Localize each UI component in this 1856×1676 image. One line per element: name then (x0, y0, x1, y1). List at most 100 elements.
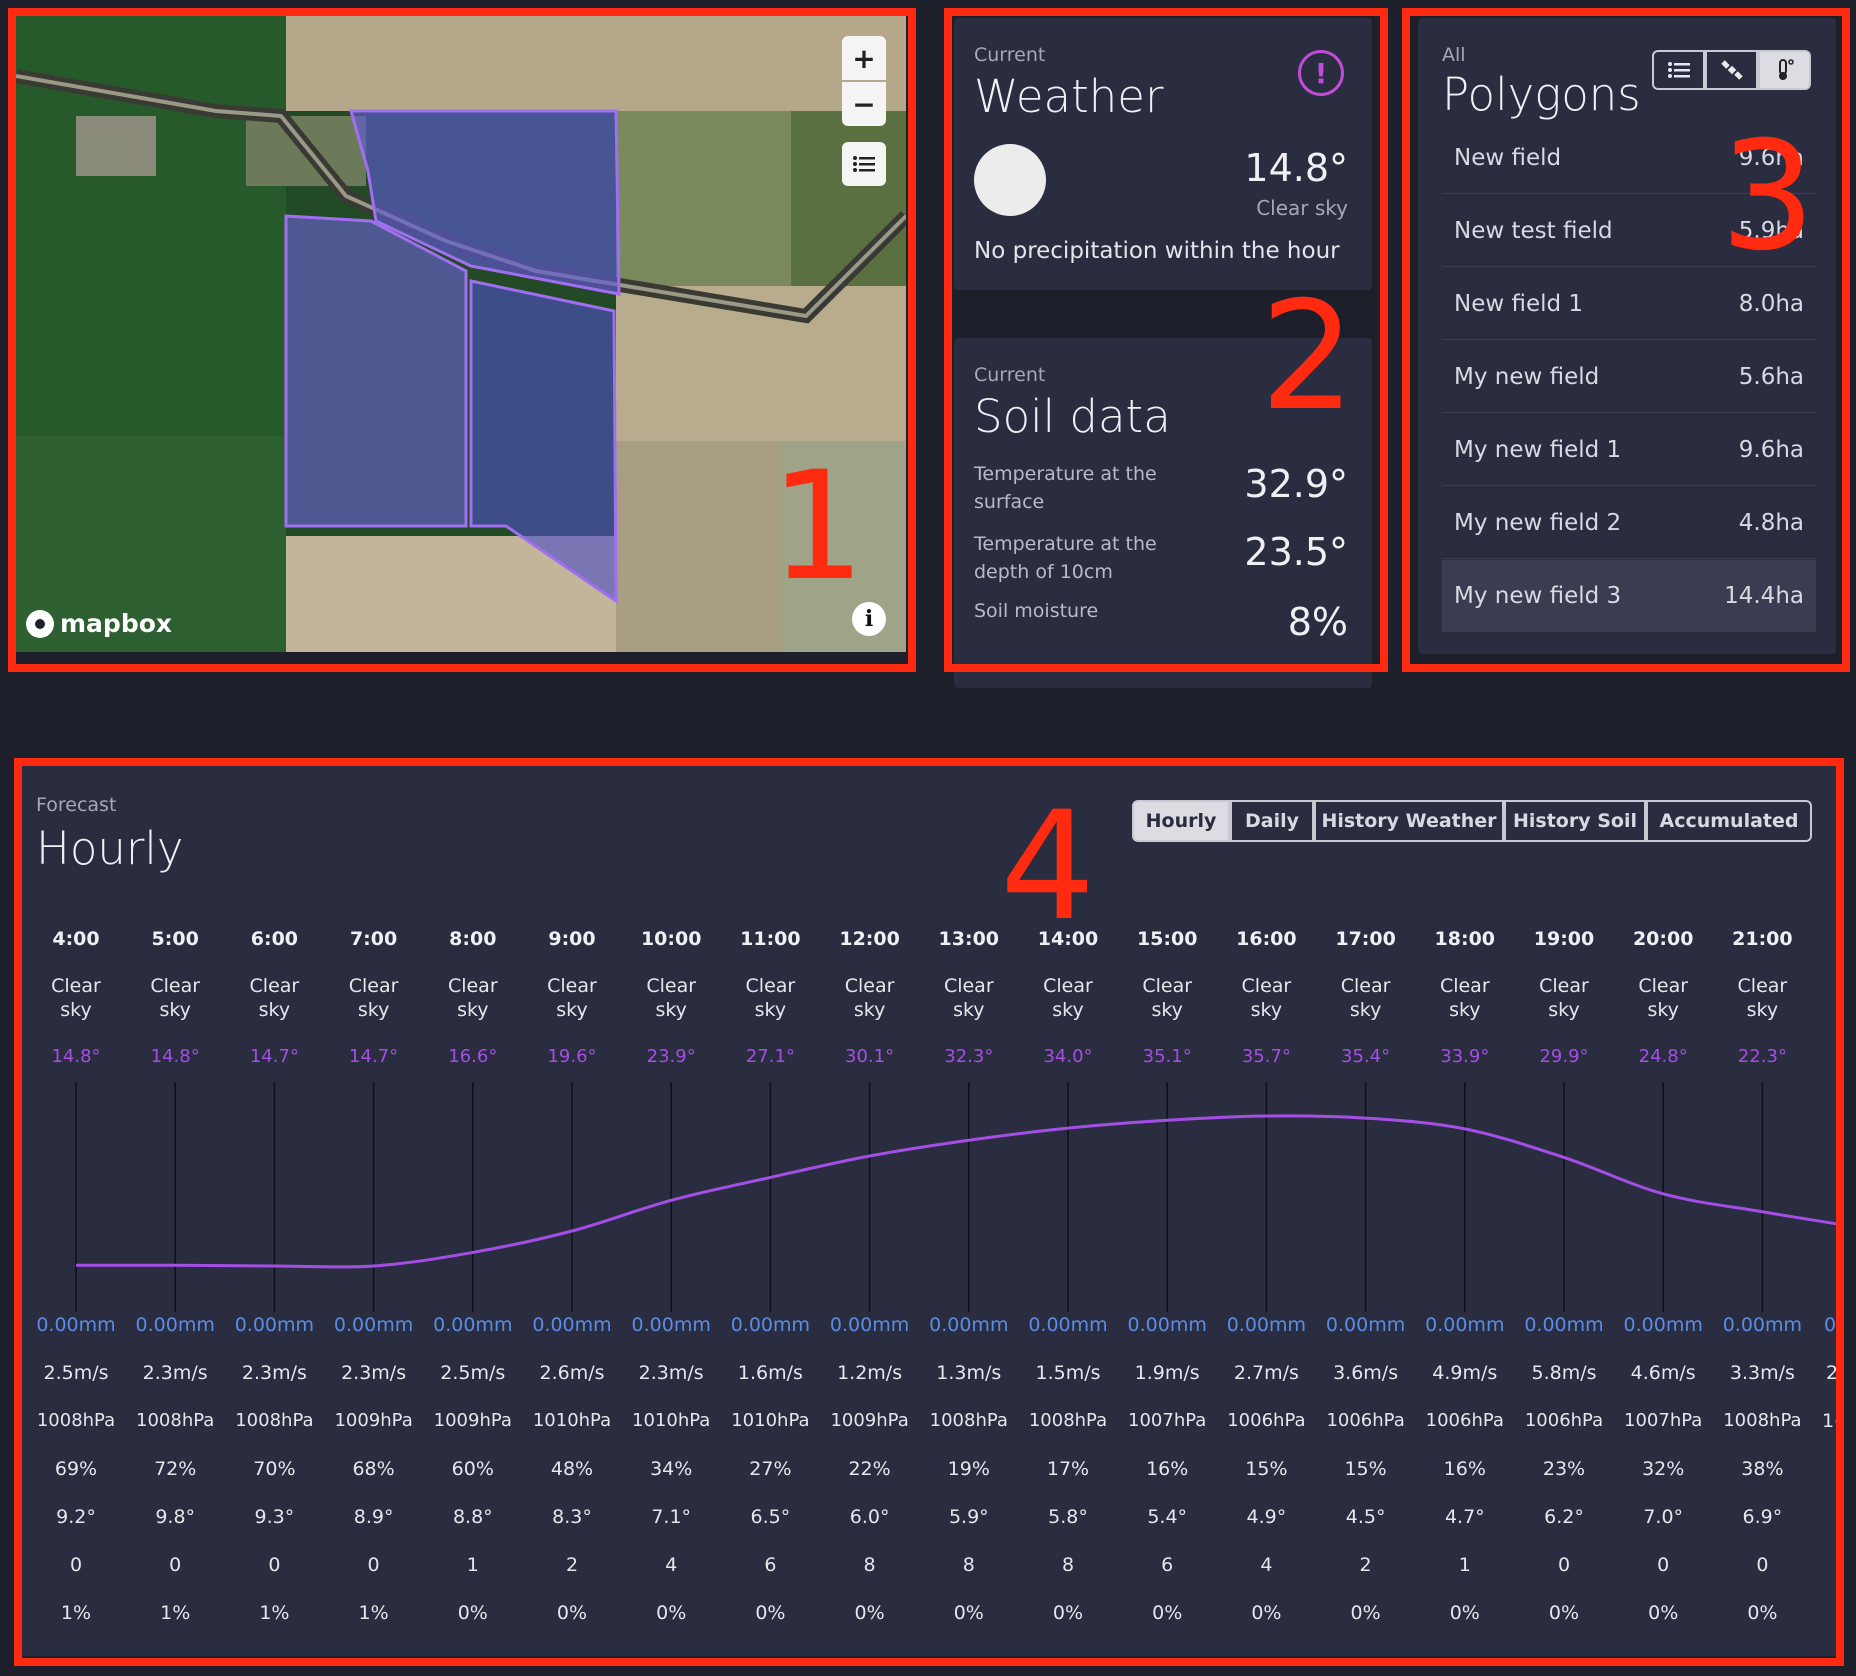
satellite-view-button[interactable] (1705, 50, 1758, 90)
annotation-label-2: 2 (1260, 270, 1356, 444)
forecast-hour: 8:00 (449, 928, 497, 950)
precipitation-note: No precipitation within the hour (974, 238, 1340, 264)
polygon-area: 9.6ha (1738, 436, 1804, 463)
forecast-dew-point: 5.4° (1147, 1506, 1188, 1528)
tab-hourly[interactable]: Hourly (1132, 800, 1230, 842)
forecast-dew-point: 4.5° (1345, 1506, 1386, 1528)
forecast-wind: 1.6m/s (737, 1362, 803, 1384)
forecast-condition: Clear sky (1614, 974, 1713, 1022)
forecast-wind: 2.3m/s (142, 1362, 208, 1384)
condition-line: sky (853, 999, 886, 1021)
forecast-humidity: 38% (1741, 1458, 1784, 1480)
partial-wind: 2 (1826, 1362, 1839, 1384)
forecast-temp: 35.4° (1341, 1046, 1391, 1067)
forecast-humidity: 16% (1146, 1458, 1189, 1480)
soil-kicker: Current (974, 364, 1046, 386)
tab-history-soil[interactable]: History Soil (1504, 800, 1646, 842)
polygon-list-item[interactable]: My new field 3 14.4ha (1442, 560, 1816, 632)
soil-moisture-label: Soil moisture (974, 600, 1099, 622)
forecast-uvi: 2 (1359, 1554, 1372, 1576)
condition-line: Clear (150, 975, 201, 997)
forecast-uvi: 2 (565, 1554, 579, 1576)
forecast-humidity: 48% (550, 1458, 594, 1480)
forecast-condition: Clear sky (1713, 974, 1812, 1022)
forecast-humidity: 22% (848, 1458, 891, 1480)
condition-line: sky (60, 999, 92, 1021)
forecast-uvi: 1 (466, 1554, 479, 1576)
forecast-condition: Clear sky (721, 974, 820, 1022)
forecast-wind: 2.3m/s (341, 1362, 407, 1384)
forecast-temp: 34.0° (1043, 1046, 1093, 1067)
forecast-dew-point: 7.0° (1643, 1506, 1684, 1528)
forecast-clouds: 0% (656, 1602, 687, 1624)
forecast-uvi: 8 (863, 1554, 876, 1576)
forecast-pressure: 1006hPa (1425, 1410, 1504, 1431)
zoom-out-button[interactable]: − (842, 82, 886, 126)
forecast-humidity: 70% (253, 1458, 296, 1480)
soil-moisture-value: 8% (1287, 600, 1348, 644)
temperature-view-button[interactable] (1758, 50, 1811, 90)
forecast-uvi: 6 (1161, 1554, 1174, 1576)
condition-line: sky (556, 999, 588, 1021)
forecast-humidity: 16% (1443, 1458, 1486, 1480)
forecast-hour: 16:00 (1236, 928, 1297, 950)
forecast-hour: 7:00 (349, 928, 398, 950)
zoom-in-button[interactable]: + (842, 36, 886, 80)
forecast-condition: Clear sky (1515, 974, 1614, 1022)
polygon-list-item[interactable]: My new field 2 4.8ha (1442, 487, 1816, 559)
forecast-dew-point: 4.7° (1444, 1506, 1485, 1528)
forecast-pressure: 1008hPa (136, 1410, 215, 1431)
forecast-uvi: 4 (665, 1554, 678, 1576)
forecast-humidity: 34% (650, 1458, 693, 1480)
condition-line: Clear (745, 975, 796, 997)
tab-history-weather[interactable]: History Weather (1314, 800, 1504, 842)
forecast-temp: 22.3° (1737, 1046, 1787, 1067)
condition-line: Clear (1737, 975, 1788, 997)
forecast-humidity: 17% (1046, 1458, 1090, 1480)
forecast-uvi: 8 (962, 1554, 975, 1576)
list-view-button[interactable] (1652, 50, 1705, 90)
partial-pressure: 1( (1822, 1410, 1842, 1432)
forecast-uvi: 0 (367, 1554, 380, 1576)
condition-line: sky (258, 999, 291, 1021)
forecast-dew-point: 8.9° (353, 1506, 394, 1528)
polygon-list-item[interactable]: My new field 5.6ha (1442, 341, 1816, 413)
annotation-label-3: 3 (1720, 110, 1816, 284)
mapbox-logo[interactable]: mapbox (26, 609, 172, 638)
forecast-pressure: 1008hPa (929, 1410, 1008, 1431)
forecast-uvi: 0 (169, 1554, 182, 1576)
list-icon (853, 156, 875, 172)
forecast-temp: 19.6° (547, 1046, 597, 1067)
forecast-humidity: 68% (352, 1458, 395, 1480)
forecast-wind: 2.6m/s (539, 1362, 605, 1384)
alert-icon[interactable]: ! (1298, 50, 1344, 96)
forecast-wind: 1.3m/s (936, 1362, 1002, 1384)
forecast-humidity: 32% (1642, 1458, 1685, 1480)
layer-list-button[interactable] (842, 142, 886, 186)
condition-line: Clear (844, 975, 895, 997)
polygon-area: 8.0ha (1738, 290, 1804, 317)
tab-daily[interactable]: Daily (1230, 800, 1314, 842)
mapbox-icon (26, 609, 54, 638)
polygons-title: Polygons (1442, 68, 1641, 121)
soil-surface-temp-value: 32.9° (1244, 462, 1348, 506)
polygon-list-item[interactable]: My new field 1 9.6ha (1442, 414, 1816, 486)
forecast-temp: 27.1° (745, 1046, 795, 1067)
condition-line: sky (1548, 999, 1580, 1021)
forecast-clouds: 0% (1350, 1602, 1381, 1624)
tab-accumulated[interactable]: Accumulated (1646, 800, 1812, 842)
list-icon (1667, 62, 1690, 78)
forecast-hour: 9:00 (548, 928, 596, 950)
forecast-dew-point: 8.3° (552, 1506, 592, 1528)
condition-line: sky (655, 999, 687, 1021)
weather-title: Weather (974, 70, 1164, 123)
soil-title: Soil data (974, 390, 1171, 443)
weather-temperature: 14.8° (1244, 146, 1348, 190)
forecast-uvi: 6 (764, 1554, 777, 1576)
forecast-condition: Clear sky (1118, 974, 1217, 1022)
forecast-pressure: 1009hPa (433, 1410, 512, 1431)
forecast-condition: Clear sky (820, 974, 919, 1022)
soil-label-line: Temperature at the (974, 463, 1157, 485)
forecast-humidity: 15% (1344, 1458, 1387, 1480)
forecast-condition: Clear sky (1217, 974, 1316, 1022)
